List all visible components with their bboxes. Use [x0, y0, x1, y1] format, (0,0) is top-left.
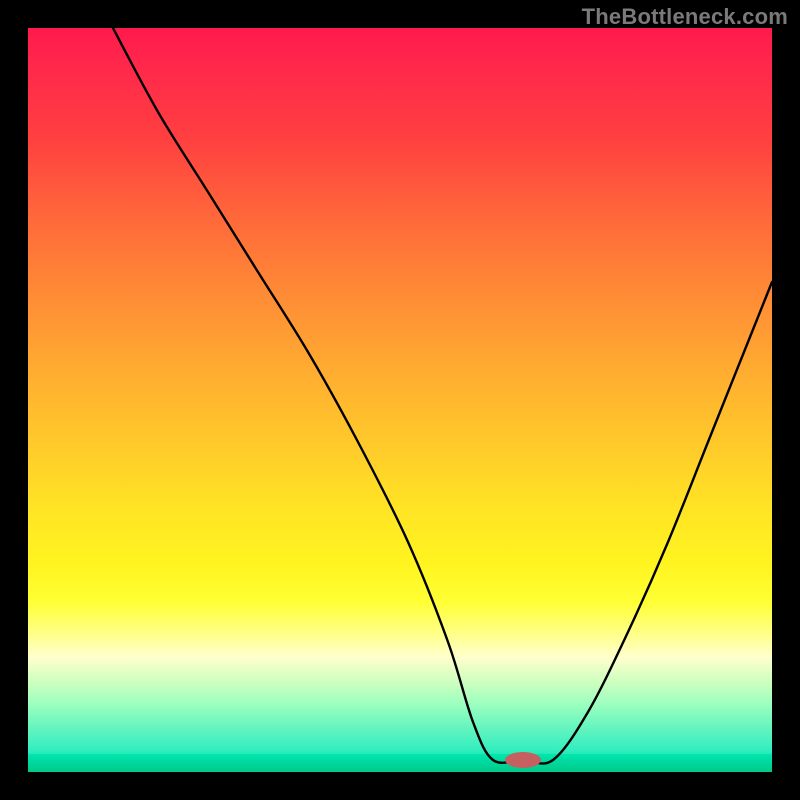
chart-container: TheBottleneck.com: [0, 0, 800, 800]
bottleneck-curve: [113, 28, 772, 764]
watermark-text: TheBottleneck.com: [582, 4, 788, 30]
optimal-marker: [505, 752, 541, 768]
curve-svg: [28, 28, 772, 772]
plot-area: [28, 28, 772, 772]
